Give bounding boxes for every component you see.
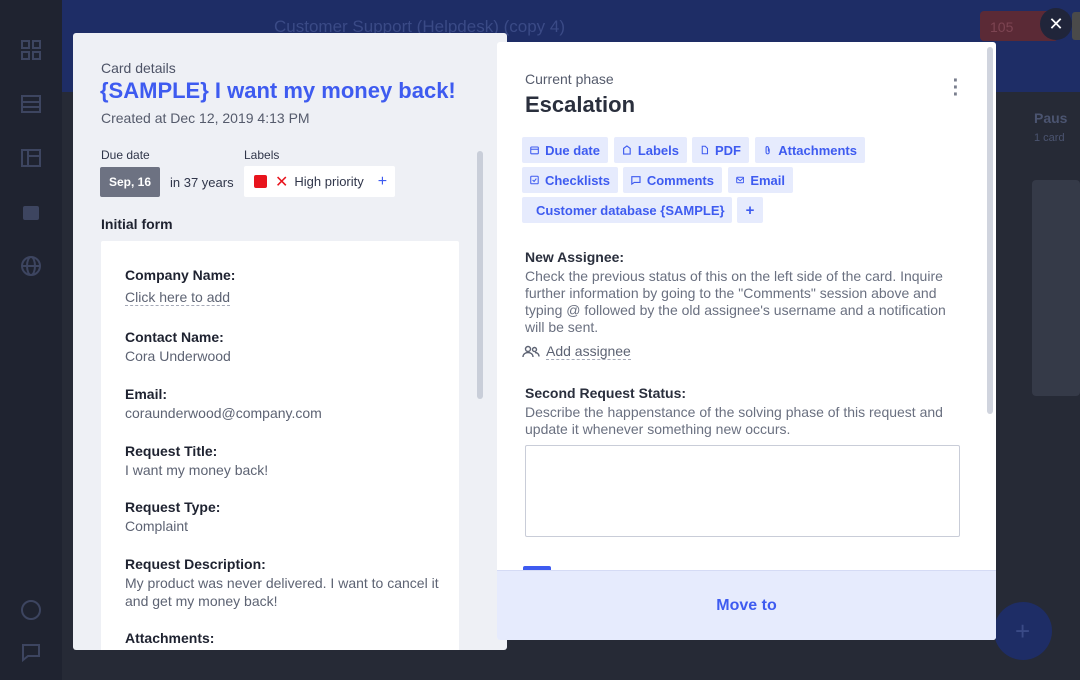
due-date-relative: in 37 years [170,175,234,190]
field-request-title: Request Title: I want my money back! [125,442,455,479]
chip-label: Checklists [544,172,610,188]
second-request-status-label: Second Request Status: [525,385,687,401]
database-icon[interactable] [19,92,43,116]
field-value: coraunderwood@company.com [125,405,322,421]
scrollbar[interactable] [987,47,993,414]
second-request-status-input[interactable] [525,445,960,537]
chip-label: Attachments [778,142,857,158]
initial-form-heading: Initial form [101,216,173,232]
add-assignee-text: Add assignee [546,343,631,360]
phase-panel: Current phase Escalation · · · Due date La… [497,42,996,640]
second-request-status-description: Describe the happenstance of the solving… [525,404,943,437]
field-attachments: Attachments: [125,629,455,647]
column-title: Paus [1034,110,1068,126]
help-icon[interactable] [19,598,43,622]
field-label: Request Description: [125,556,266,572]
label-color-swatch [254,175,267,188]
users-icon [522,345,540,357]
card-details-panel: Card details {SAMPLE} I want my money ba… [73,33,507,650]
label-chip[interactable]: ✕ High priority + [244,166,395,197]
app-sidebar [0,0,62,680]
labels-label: Labels [244,148,280,162]
tag-icon [623,145,631,155]
created-at: Created at Dec 12, 2019 4:13 PM [101,110,310,126]
paperclip-icon [765,146,770,155]
field-label: Attachments: [125,630,215,646]
field-value: I want my money back! [125,462,269,478]
email-button[interactable]: Email [728,167,793,193]
layout-icon[interactable] [19,146,43,170]
add-assignee-button[interactable]: Add assignee [522,343,631,360]
attachments-button[interactable]: Attachments [755,137,865,163]
field-label: Company Name: [125,267,236,283]
grid-icon[interactable] [19,38,43,62]
card-details-label: Card details [101,60,176,76]
due-date-label: Due date [101,148,150,162]
chip-label: Email [750,172,785,188]
more-options-icon[interactable]: · · · [948,71,964,105]
field-contact-name: Contact Name: Cora Underwood [125,328,455,365]
card-title[interactable]: {SAMPLE} I want my money back! [100,78,456,104]
initial-form: Company Name: Click here to add Contact … [101,241,459,650]
calendar-icon [530,146,539,155]
field-company-name: Company Name: Click here to add [125,266,455,307]
pdf-button[interactable]: PDF [692,137,749,163]
field-email: Email: coraunderwood@company.com [125,385,455,422]
company-name-add-link[interactable]: Click here to add [125,289,231,306]
avatar[interactable] [1072,12,1080,40]
add-field-button[interactable]: + [737,197,763,223]
scrollbar[interactable] [477,151,483,399]
chip-label: PDF [715,142,741,158]
close-icon: ✕ [1048,13,1064,34]
file-icon [701,145,709,155]
field-label: Contact Name: [125,329,224,345]
chip-label: Comments [646,172,714,188]
move-to-button[interactable]: Move to [497,570,996,640]
field-value: Complaint [125,518,189,534]
chip-label: Customer database {SAMPLE} [536,202,725,218]
field-value: Cora Underwood [125,348,231,364]
globe-icon[interactable] [19,254,43,278]
field-request-description: Request Description: My product was neve… [125,555,455,610]
robot-icon[interactable] [19,200,43,224]
background-card[interactable] [1032,180,1080,396]
add-label-button[interactable]: + [378,173,387,191]
chip-label: Due date [545,142,600,158]
chip-label: Labels [637,142,679,158]
checkbox-icon [530,175,539,185]
phase-title: Escalation [525,92,636,117]
current-phase-label: Current phase [525,71,614,87]
chat-icon[interactable] [19,640,43,664]
new-assignee-label: New Assignee: [525,249,625,265]
field-label: Email: [125,386,168,402]
mail-icon [736,176,745,184]
new-assignee-description: Check the previous status of this on the… [525,268,946,335]
due-date-button[interactable]: Due date [522,137,608,163]
comments-button[interactable]: Comments [623,167,722,193]
field-request-type: Request Type: Complaint [125,498,455,535]
checklists-button[interactable]: Checklists [522,167,618,193]
plus-icon: + [1015,616,1031,646]
field-value: My product was never delivered. I want t… [125,575,439,609]
comment-icon [631,176,641,186]
column-subtitle: 1 card [1034,132,1065,144]
labels-button[interactable]: Labels [614,137,687,163]
due-date-chip[interactable]: Sep, 16 [100,167,160,197]
field-label: Request Type: [125,499,221,515]
field-label: Request Title: [125,443,218,459]
connection-database-button[interactable]: Customer database {SAMPLE} [522,197,732,223]
label-name: High priority [294,174,364,189]
remove-label-icon[interactable]: ✕ [275,172,288,192]
close-modal-button[interactable]: ✕ [1040,8,1072,40]
